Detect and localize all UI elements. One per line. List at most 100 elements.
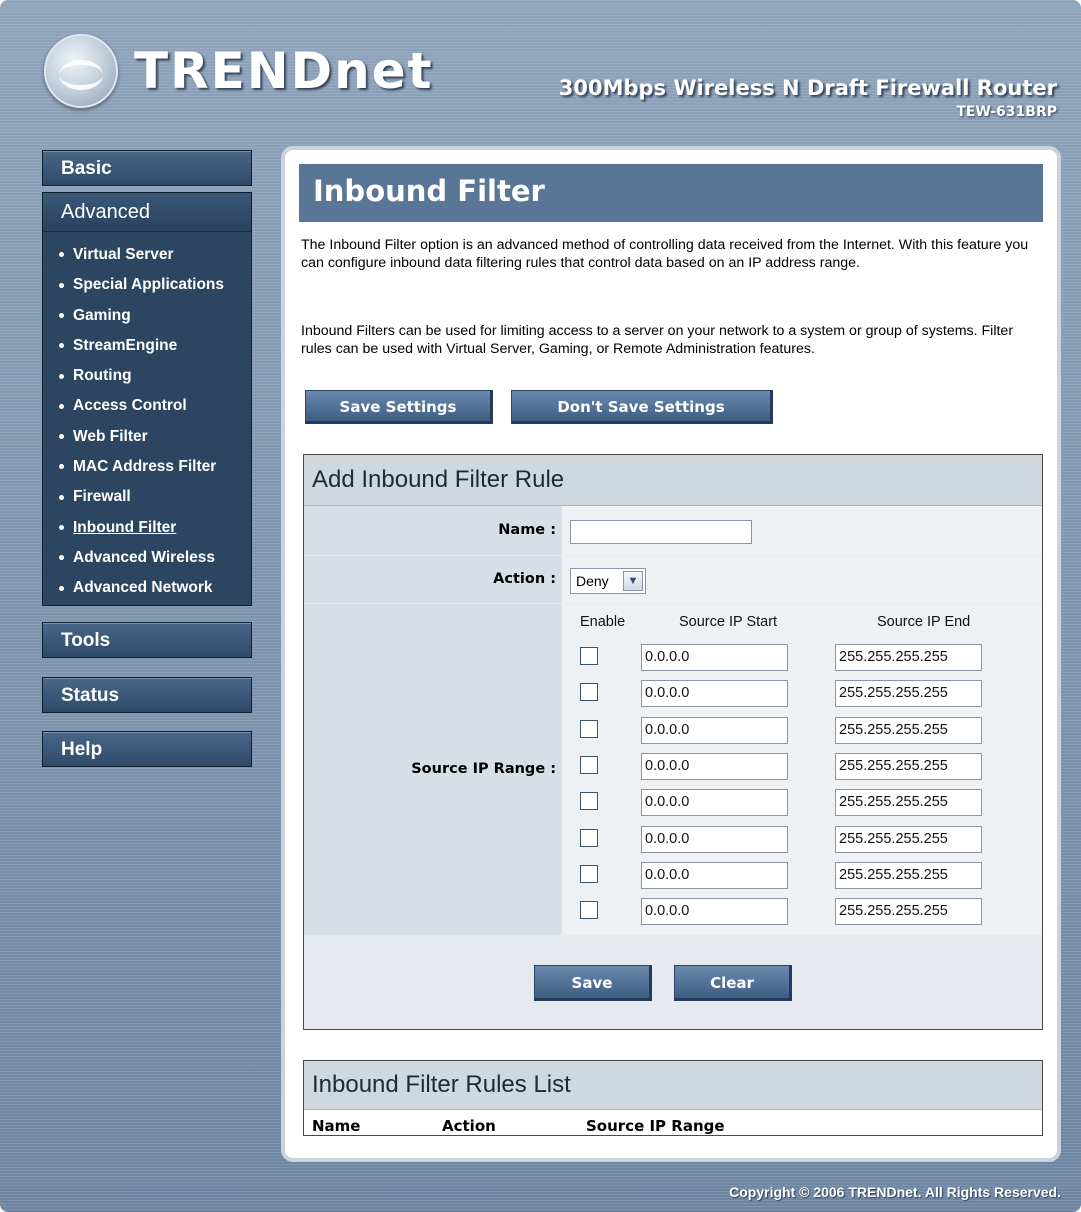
sidebar-item-label: Inbound Filter — [73, 518, 177, 536]
bullet-icon — [59, 464, 64, 470]
source-ip-start-input[interactable]: 0.0.0.0 — [641, 789, 788, 817]
product-model: TEW-631BRP — [956, 104, 1057, 120]
dont-save-settings-button[interactable]: Don't Save Settings — [511, 390, 773, 424]
sidebar-item-label: Firewall — [73, 488, 131, 506]
source-ip-end-input[interactable]: 255.255.255.255 — [835, 680, 982, 708]
chevron-down-icon[interactable]: ▼ — [623, 571, 643, 591]
sidebar-item-label: Gaming — [73, 306, 131, 324]
bullet-icon — [59, 403, 64, 409]
source-ip-start-input[interactable]: 0.0.0.0 — [641, 752, 788, 780]
sidebar-item-label: Special Applications — [73, 276, 225, 294]
add-rule-heading: Add Inbound Filter Rule — [304, 455, 1042, 506]
sidebar-item-label: Advanced Network — [73, 579, 213, 597]
source-ip-end-header: Source IP End — [877, 614, 971, 630]
sidebar-item-access-control[interactable]: Access Control — [43, 391, 251, 421]
action-selected-value: Deny — [576, 573, 609, 589]
sidebar-item-streamengine[interactable]: StreamEngine — [43, 331, 251, 361]
copyright-text: Copyright © 2006 TRENDnet. All Rights Re… — [729, 1184, 1061, 1200]
name-cell — [562, 506, 1042, 555]
description-usage: Inbound Filters can be used for limiting… — [301, 323, 1014, 357]
sidebar-item-label: Web Filter — [73, 427, 148, 445]
sidebar-item-web-filter[interactable]: Web Filter — [43, 422, 251, 452]
source-ip-end-input[interactable]: 255.255.255.255 — [835, 716, 982, 744]
source-ip-start-input[interactable]: 0.0.0.0 — [641, 861, 788, 889]
save-settings-button[interactable]: Save Settings — [305, 390, 493, 424]
menu-tools[interactable]: Tools — [42, 622, 252, 658]
source-ip-start-input[interactable]: 0.0.0.0 — [641, 825, 788, 853]
ip-range-row: 0.0.0.0 255.255.255.255 — [562, 861, 1042, 890]
sidebar-item-label: MAC Address Filter — [73, 458, 217, 476]
sidebar-item-special-applications[interactable]: Special Applications — [43, 270, 251, 300]
enable-checkbox[interactable] — [580, 755, 598, 774]
action-select[interactable]: Deny ▼ — [570, 568, 646, 594]
source-ip-start-input[interactable]: 0.0.0.0 — [641, 716, 788, 744]
sidebar-item-label: StreamEngine — [73, 336, 178, 354]
sidebar-item-label: Access Control — [73, 397, 187, 415]
name-input[interactable] — [570, 520, 752, 544]
bullet-icon — [59, 252, 64, 258]
enable-checkbox[interactable] — [580, 683, 598, 702]
action-cell: Deny ▼ — [562, 556, 1042, 603]
source-ip-end-input[interactable]: 255.255.255.255 — [835, 752, 982, 780]
enable-column-header: Enable — [580, 614, 626, 630]
source-ip-end-input[interactable]: 255.255.255.255 — [835, 789, 982, 817]
brand-name: TRENDnet — [134, 42, 434, 100]
sidebar-item-virtual-server[interactable]: Virtual Server — [43, 240, 251, 270]
source-ip-end-input[interactable]: 255.255.255.255 — [835, 861, 982, 889]
ip-range-row: 0.0.0.0 255.255.255.255 — [562, 716, 1042, 745]
clear-button[interactable]: Clear — [674, 965, 792, 1001]
add-rule-section: Add Inbound Filter Rule Name : Action : … — [303, 454, 1043, 1030]
ip-range-row: 0.0.0.0 255.255.255.255 — [562, 898, 1042, 926]
sidebar-item-routing[interactable]: Routing — [43, 361, 251, 391]
menu-advanced[interactable]: Advanced — [43, 193, 251, 232]
sidebar-item-mac-address-filter[interactable]: MAC Address Filter — [43, 452, 251, 482]
source-ip-end-input[interactable]: 255.255.255.255 — [835, 644, 982, 671]
sidebar-item-label: Advanced Wireless — [73, 548, 216, 566]
enable-checkbox[interactable] — [580, 792, 598, 811]
source-ip-end-input[interactable]: 255.255.255.255 — [835, 898, 982, 926]
page-title: Inbound Filter — [313, 174, 545, 208]
enable-checkbox[interactable] — [580, 828, 598, 847]
source-ip-start-input[interactable]: 0.0.0.0 — [641, 680, 788, 708]
save-button[interactable]: Save — [534, 965, 652, 1001]
sidebar-item-firewall[interactable]: Firewall — [43, 482, 251, 512]
rules-list-heading: Inbound Filter Rules List — [304, 1061, 1042, 1110]
page-frame: TRENDnet 300Mbps Wireless N Draft Firewa… — [0, 0, 1081, 1212]
bullet-icon — [59, 585, 64, 591]
sidebar-item-advanced-wireless[interactable]: Advanced Wireless — [43, 543, 251, 573]
enable-checkbox[interactable] — [580, 647, 598, 665]
sidebar-item-gaming[interactable]: Gaming — [43, 301, 251, 331]
brand-logo: TRENDnet — [44, 34, 434, 108]
ip-range-row: 0.0.0.0 255.255.255.255 — [562, 752, 1042, 781]
ip-range-row: 0.0.0.0 255.255.255.255 — [562, 644, 1042, 672]
ip-range-row: 0.0.0.0 255.255.255.255 — [562, 825, 1042, 854]
action-label: Action : — [304, 556, 562, 603]
bullet-icon — [59, 343, 64, 349]
enable-checkbox[interactable] — [580, 864, 598, 883]
bullet-icon — [59, 555, 64, 561]
source-ip-end-input[interactable]: 255.255.255.255 — [835, 825, 982, 853]
sidebar-item-advanced-network[interactable]: Advanced Network — [43, 573, 251, 603]
sidebar-item-label: Routing — [73, 367, 132, 385]
menu-status[interactable]: Status — [42, 677, 252, 713]
sidebar-item-inbound-filter[interactable]: Inbound Filter — [43, 513, 251, 543]
advanced-submenu: Virtual Server Special Applications Gaming… — [43, 232, 251, 604]
source-ip-start-input[interactable]: 0.0.0.0 — [641, 898, 788, 926]
header: TRENDnet 300Mbps Wireless N Draft Firewa… — [0, 0, 1081, 150]
enable-checkbox[interactable] — [580, 719, 598, 738]
advanced-menu-panel: Advanced Virtual Server Special Applicati… — [42, 192, 252, 606]
product-title: 300Mbps Wireless N Draft Firewall Router — [558, 76, 1057, 100]
bullet-icon — [59, 494, 64, 500]
menu-basic[interactable]: Basic — [42, 150, 252, 186]
bullet-icon — [59, 373, 64, 379]
description-intro: The Inbound Filter option is an advanced… — [301, 237, 1029, 271]
bullet-icon — [59, 282, 64, 288]
content-panel: Inbound Filter The Inbound Filter option… — [281, 146, 1061, 1162]
enable-checkbox[interactable] — [580, 901, 598, 920]
rules-list-range-header: Source IP Range — [586, 1117, 725, 1135]
rules-list-action-header: Action — [442, 1117, 496, 1135]
add-rule-actions: Save Clear — [304, 936, 1042, 1029]
menu-help[interactable]: Help — [42, 731, 252, 767]
source-ip-start-input[interactable]: 0.0.0.0 — [641, 644, 788, 671]
rules-list-section: Inbound Filter Rules List Name Action So… — [303, 1060, 1043, 1136]
